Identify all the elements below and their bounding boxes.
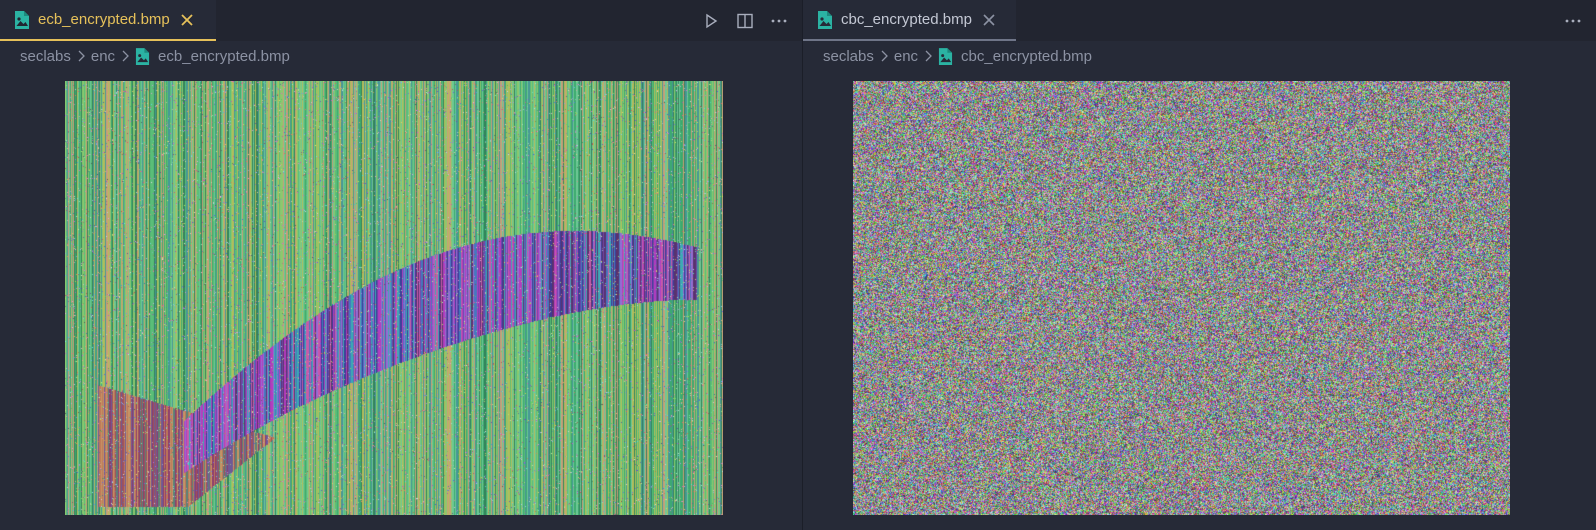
image-file-icon	[15, 10, 29, 29]
breadcrumb-item-file[interactable]: cbc_encrypted.bmp	[961, 48, 1092, 65]
tab-bar: cbc_encrypted.bmp	[803, 0, 1596, 41]
close-icon[interactable]	[982, 13, 996, 27]
image-preview	[65, 81, 723, 515]
tab-ecb-encrypted[interactable]: ecb_encrypted.bmp	[0, 0, 216, 41]
editor-group-right: cbc_encrypted.bmp seclabs enc cbc_encryp…	[803, 0, 1596, 530]
breadcrumb-item-seclabs[interactable]: seclabs	[823, 48, 874, 65]
image-file-icon	[135, 47, 150, 65]
image-file-icon	[938, 47, 953, 65]
close-icon[interactable]	[180, 13, 194, 27]
breadcrumb: seclabs enc ecb_encrypted.bmp	[20, 45, 290, 67]
chevron-right-icon	[925, 50, 932, 62]
run-icon[interactable]	[702, 12, 720, 30]
breadcrumb-item-file[interactable]: ecb_encrypted.bmp	[158, 48, 290, 65]
image-preview	[853, 81, 1510, 515]
chevron-right-icon	[122, 50, 129, 62]
more-actions-icon[interactable]	[770, 12, 788, 30]
cbc-encrypted-image	[853, 81, 1510, 515]
ecb-encrypted-image	[65, 81, 723, 515]
breadcrumb-item-enc[interactable]: enc	[894, 48, 918, 65]
image-file-icon	[818, 10, 832, 29]
more-actions-icon[interactable]	[1564, 12, 1582, 30]
breadcrumb: seclabs enc cbc_encrypted.bmp	[823, 45, 1092, 67]
breadcrumb-item-enc[interactable]: enc	[91, 48, 115, 65]
breadcrumb-item-seclabs[interactable]: seclabs	[20, 48, 71, 65]
chevron-right-icon	[881, 50, 888, 62]
tab-label: cbc_encrypted.bmp	[841, 11, 972, 28]
editor-actions	[702, 0, 788, 41]
editor-group-left: ecb_encrypted.bmp seclabs enc ecb_encryp…	[0, 0, 802, 530]
chevron-right-icon	[78, 50, 85, 62]
split-editor-icon[interactable]	[736, 12, 754, 30]
tab-cbc-encrypted[interactable]: cbc_encrypted.bmp	[803, 0, 1016, 41]
tab-label: ecb_encrypted.bmp	[38, 11, 170, 28]
tab-bar: ecb_encrypted.bmp	[0, 0, 802, 41]
editor-actions	[1564, 0, 1582, 41]
